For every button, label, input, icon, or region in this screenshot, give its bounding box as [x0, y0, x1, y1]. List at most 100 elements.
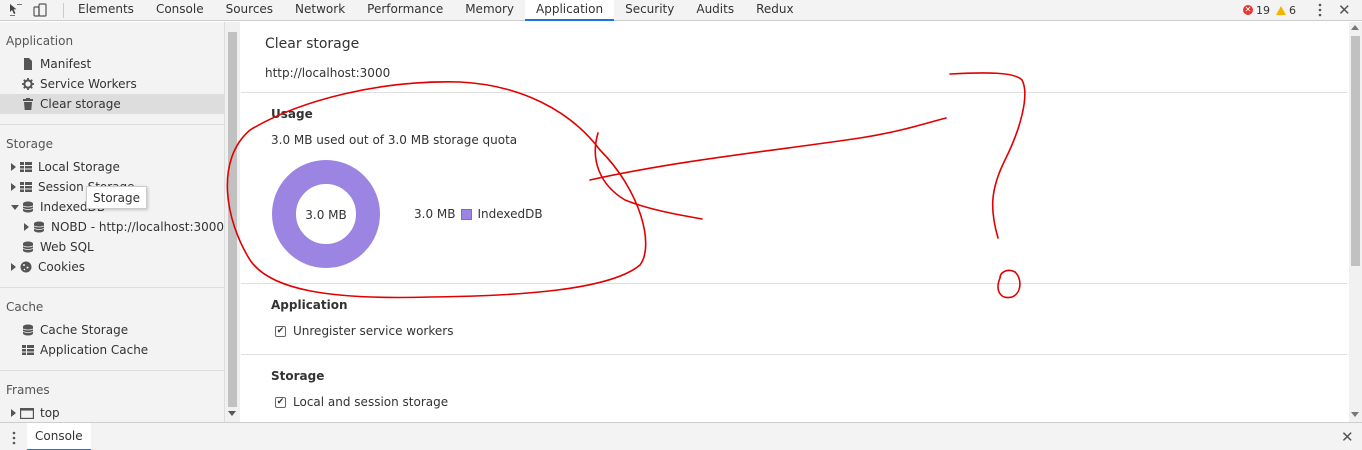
- sidebar-item-label: Manifest: [40, 57, 92, 71]
- trash-icon: [23, 98, 33, 110]
- sidebar-item-nobd-database[interactable]: NOBD - http://localhost:3000: [24, 217, 224, 237]
- more-options-icon[interactable]: [1318, 3, 1322, 17]
- sidebar-item-cache-storage[interactable]: Cache Storage: [22, 320, 128, 340]
- tooltip: Storage: [86, 186, 147, 209]
- sidebar-divider: [0, 124, 224, 125]
- panel-tabs: Elements Console Sources Network Perform…: [67, 0, 805, 21]
- clear-storage-panel: Clear storage http://localhost:3000 Usag…: [241, 22, 1347, 422]
- error-count: 19: [1256, 3, 1270, 17]
- close-drawer-icon[interactable]: ✕: [1341, 428, 1354, 446]
- sidebar-item-label: Cache Storage: [40, 323, 129, 337]
- sidebar-item-label: Service Workers: [40, 77, 137, 91]
- expand-arrow-icon[interactable]: [11, 183, 16, 191]
- table-icon: [22, 345, 34, 355]
- expand-arrow-icon[interactable]: [11, 163, 16, 171]
- section-divider: [241, 283, 1347, 284]
- scroll-down-arrow-icon[interactable]: [228, 411, 236, 416]
- sidebar-item-local-storage[interactable]: Local Storage: [11, 157, 120, 177]
- sidebar-scrollbar-thumb[interactable]: [228, 32, 237, 407]
- table-icon: [20, 162, 32, 172]
- sidebar-item-label: Local Storage: [38, 160, 120, 174]
- checkbox-label: Unregister service workers: [293, 324, 454, 338]
- section-title-cache: Cache: [6, 300, 44, 314]
- sidebar-item-label: Web SQL: [40, 240, 94, 254]
- sidebar-item-manifest[interactable]: Manifest: [22, 54, 91, 74]
- error-icon: ✕: [1243, 5, 1253, 15]
- cookie-icon: [20, 261, 32, 273]
- gear-icon: [22, 78, 34, 90]
- tab-elements[interactable]: Elements: [67, 0, 145, 21]
- page-title: Clear storage: [265, 36, 360, 52]
- drawer-tab-console[interactable]: Console: [27, 423, 91, 450]
- sidebar: Application Manifest Service Workers Cle…: [0, 22, 224, 422]
- expand-arrow-icon[interactable]: [11, 409, 16, 417]
- local-session-storage-checkbox[interactable]: ✔: [275, 396, 286, 408]
- main-scrollbar-thumb[interactable]: [1351, 36, 1360, 266]
- usage-heading: Usage: [271, 107, 313, 121]
- drawer-menu-icon[interactable]: [12, 431, 16, 445]
- tab-redux[interactable]: Redux: [745, 0, 805, 21]
- usage-legend: 3.0 MB IndexedDB: [414, 207, 543, 221]
- tab-sources[interactable]: Sources: [215, 0, 284, 21]
- expand-arrow-icon[interactable]: [24, 223, 29, 231]
- section-title-application: Application: [6, 34, 74, 48]
- sidebar-item-service-workers[interactable]: Service Workers: [22, 74, 137, 94]
- scroll-down-arrow-icon[interactable]: [1351, 412, 1359, 417]
- sidebar-divider: [0, 370, 224, 371]
- frame-icon: [20, 408, 34, 419]
- console-drawer: Console ✕: [0, 422, 1362, 450]
- unregister-service-workers-option[interactable]: ✔ Unregister service workers: [275, 324, 453, 338]
- legend-value: 3.0 MB: [414, 207, 456, 221]
- database-icon: [22, 201, 34, 213]
- database-icon: [33, 221, 45, 233]
- database-icon: [22, 324, 34, 336]
- sidebar-item-application-cache[interactable]: Application Cache: [22, 340, 148, 360]
- sidebar-item-cookies[interactable]: Cookies: [11, 257, 85, 277]
- main-toolbar: Elements Console Sources Network Perform…: [0, 0, 1362, 21]
- tab-application[interactable]: Application: [525, 0, 615, 21]
- file-icon: [24, 58, 32, 70]
- expand-arrow-icon[interactable]: [11, 263, 16, 271]
- close-devtools-icon[interactable]: ✕: [1338, 1, 1351, 19]
- storage-heading: Storage: [271, 369, 325, 383]
- sidebar-item-top-frame[interactable]: top: [11, 403, 60, 422]
- sidebar-item-label: Cookies: [38, 260, 85, 274]
- inspect-element-icon[interactable]: [9, 3, 23, 17]
- origin-url: http://localhost:3000: [265, 66, 391, 80]
- tab-security[interactable]: Security: [614, 0, 685, 21]
- sidebar-item-label: NOBD - http://localhost:3000: [51, 220, 224, 234]
- checkbox-label: Local and session storage: [293, 395, 449, 409]
- database-icon: [22, 241, 34, 253]
- unregister-service-workers-checkbox[interactable]: ✔: [275, 325, 286, 337]
- local-session-storage-option[interactable]: ✔ Local and session storage: [275, 395, 448, 409]
- collapse-arrow-icon[interactable]: [11, 204, 19, 210]
- sidebar-item-web-sql[interactable]: Web SQL: [22, 237, 94, 257]
- devtools-window: Elements Console Sources Network Perform…: [0, 0, 1362, 450]
- tab-memory[interactable]: Memory: [454, 0, 525, 21]
- application-heading: Application: [271, 298, 348, 312]
- sidebar-item-label: Clear storage: [40, 97, 121, 111]
- device-toolbar-icon[interactable]: [33, 3, 47, 17]
- section-divider: [241, 92, 1347, 93]
- section-title-storage: Storage: [6, 137, 53, 151]
- sidebar-item-clear-storage[interactable]: Clear storage: [0, 94, 224, 114]
- tab-console[interactable]: Console: [145, 0, 215, 21]
- section-title-frames: Frames: [6, 383, 50, 397]
- usage-summary: 3.0 MB used out of 3.0 MB storage quota: [271, 133, 518, 147]
- main-scrollbar[interactable]: [1349, 22, 1362, 422]
- tab-network[interactable]: Network: [284, 0, 356, 21]
- section-divider: [241, 354, 1347, 355]
- legend-swatch: [461, 208, 473, 220]
- warning-icon: [1276, 5, 1286, 15]
- sidebar-item-label: top: [40, 406, 60, 420]
- scroll-up-arrow-icon[interactable]: [1351, 25, 1359, 30]
- sidebar-scrollbar[interactable]: [224, 22, 240, 422]
- sidebar-divider: [0, 287, 224, 288]
- toolbar-separator: [63, 3, 64, 18]
- tab-audits[interactable]: Audits: [685, 0, 745, 21]
- table-icon: [20, 182, 32, 192]
- donut-center-label: 3.0 MB: [305, 208, 347, 222]
- tab-performance[interactable]: Performance: [356, 0, 454, 21]
- legend-label: IndexedDB: [477, 207, 543, 221]
- issue-counters[interactable]: ✕ 19 6: [1243, 2, 1296, 18]
